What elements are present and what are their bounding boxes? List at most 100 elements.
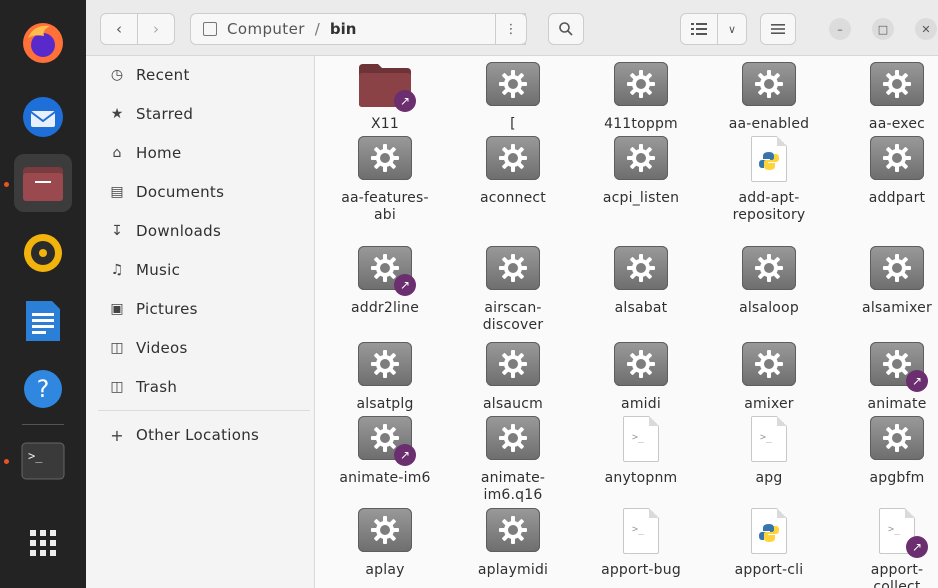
python-script-icon	[742, 136, 796, 182]
file-item[interactable]: airscan-discover	[458, 246, 568, 334]
executable-icon	[358, 342, 412, 388]
file-item[interactable]: ↗ X11	[330, 62, 440, 133]
file-name: apport-cli	[734, 562, 804, 578]
file-name: amixer	[744, 396, 794, 412]
document-icon: ▤	[110, 184, 124, 200]
main-menu-button[interactable]	[760, 13, 796, 45]
maximize-icon: □	[877, 22, 889, 36]
executable-icon	[486, 508, 540, 554]
minimize-icon: –	[837, 22, 843, 36]
file-name: animate-im6	[339, 470, 431, 486]
search-icon	[559, 22, 573, 36]
sidebar-item-videos[interactable]: ◫ Videos	[86, 329, 314, 367]
file-item[interactable]: aa-enabled	[714, 62, 824, 133]
executable-icon	[742, 62, 796, 108]
file-item[interactable]: aa-exec	[842, 62, 938, 133]
executable-icon	[358, 136, 412, 182]
executable-icon	[614, 136, 668, 182]
sidebar-item-music[interactable]: ♫ Music	[86, 251, 314, 289]
drive-icon	[203, 22, 217, 36]
file-item[interactable]: >_ ↗ apport-collect	[842, 508, 938, 588]
executable-icon	[614, 246, 668, 292]
file-name: apg	[755, 470, 783, 486]
sidebar-item-trash[interactable]: ◫ Trash	[86, 368, 314, 406]
location-bar[interactable]: Computer / bin	[190, 13, 526, 45]
firefox-icon[interactable]	[14, 14, 72, 72]
file-item[interactable]: aa-features-abi	[330, 136, 440, 224]
file-name: amidi	[621, 396, 661, 412]
list-view-button[interactable]	[680, 13, 718, 45]
symlink-arrow-icon: ↗	[906, 370, 928, 392]
back-button[interactable]: ‹	[100, 13, 138, 45]
file-item[interactable]: apgbfm	[842, 416, 938, 487]
file-item[interactable]: alsamixer	[842, 246, 938, 317]
star-icon: ★	[110, 106, 124, 122]
file-item[interactable]: ↗ addr2line	[330, 246, 440, 317]
executable-icon	[870, 246, 924, 292]
forward-button[interactable]: ›	[137, 13, 175, 45]
file-name: apgbfm	[869, 470, 925, 486]
clock-icon: ◷	[110, 67, 124, 83]
file-item[interactable]: aconnect	[458, 136, 568, 207]
sidebar-item-recent[interactable]: ◷ Recent	[86, 56, 314, 94]
file-item[interactable]: aplaymidi	[458, 508, 568, 579]
sidebar-item-home[interactable]: ⌂ Home	[86, 134, 314, 172]
search-button[interactable]	[548, 13, 584, 45]
file-item[interactable]: amidi	[586, 342, 696, 413]
files-icon[interactable]	[14, 154, 72, 212]
sidebar: ◷ Recent ★ Starred ⌂ Home ▤ Documents ↧ …	[86, 56, 315, 588]
sidebar-item-pictures[interactable]: ▣ Pictures	[86, 290, 314, 328]
file-item[interactable]: ↗ animate	[842, 342, 938, 413]
show-apps-icon[interactable]	[14, 514, 72, 572]
location-menu-button[interactable]: ⋮	[495, 13, 527, 45]
close-button[interactable]: ✕	[915, 18, 937, 40]
file-item[interactable]: add-apt-repository	[714, 136, 824, 224]
minimize-button[interactable]: –	[829, 18, 851, 40]
thunderbird-icon[interactable]	[14, 88, 72, 146]
terminal-icon[interactable]: >_	[14, 432, 72, 490]
executable-icon	[870, 136, 924, 182]
file-name: apport-collect	[870, 562, 924, 588]
file-item[interactable]: [	[458, 62, 568, 133]
sidebar-item-label: Downloads	[136, 222, 222, 240]
vertical-ellipsis-icon: ⋮	[504, 21, 518, 37]
sidebar-item-label: Videos	[136, 339, 188, 357]
help-icon[interactable]: ?	[14, 360, 72, 418]
libreoffice-writer-icon[interactable]	[14, 292, 72, 350]
file-item[interactable]: 411toppm	[586, 62, 696, 133]
file-item[interactable]: alsaucm	[458, 342, 568, 413]
file-item[interactable]: >_ anytopnm	[586, 416, 696, 487]
view-options-button[interactable]: ∨	[717, 13, 747, 45]
file-item[interactable]: alsaloop	[714, 246, 824, 317]
file-name: alsabat	[614, 300, 668, 316]
path-segment-computer[interactable]: Computer	[227, 20, 305, 38]
rhythmbox-icon[interactable]	[14, 224, 72, 282]
trash-icon: ◫	[110, 379, 124, 395]
file-item[interactable]: alsabat	[586, 246, 696, 317]
sidebar-item-downloads[interactable]: ↧ Downloads	[86, 212, 314, 250]
home-icon: ⌂	[112, 145, 122, 161]
file-item[interactable]: alsatplg	[330, 342, 440, 413]
executable-icon	[870, 62, 924, 108]
header-bar: ‹ › Computer / bin ⋮ ∨ – □ ✕	[86, 0, 938, 56]
file-item[interactable]: acpi_listen	[586, 136, 696, 207]
file-item[interactable]: amixer	[714, 342, 824, 413]
file-item[interactable]: >_ apport-bug	[586, 508, 696, 579]
file-item[interactable]: animate-im6.q16	[458, 416, 568, 504]
file-item[interactable]: addpart	[842, 136, 938, 207]
path-segment-bin[interactable]: bin	[330, 20, 357, 38]
sidebar-item-documents[interactable]: ▤ Documents	[86, 173, 314, 211]
file-item[interactable]: ↗ animate-im6	[330, 416, 440, 487]
svg-text:?: ?	[37, 375, 50, 403]
sidebar-item-starred[interactable]: ★ Starred	[86, 95, 314, 133]
file-name: aa-exec	[868, 116, 926, 132]
file-item[interactable]: aplay	[330, 508, 440, 579]
maximize-button[interactable]: □	[872, 18, 894, 40]
file-name: acpi_listen	[602, 190, 680, 206]
file-item[interactable]: >_ apg	[714, 416, 824, 487]
file-name: alsatplg	[356, 396, 414, 412]
close-icon: ✕	[921, 22, 931, 36]
file-name: aa-enabled	[728, 116, 810, 132]
file-item[interactable]: apport-cli	[714, 508, 824, 579]
sidebar-item-other-locations[interactable]: + Other Locations	[86, 416, 314, 454]
